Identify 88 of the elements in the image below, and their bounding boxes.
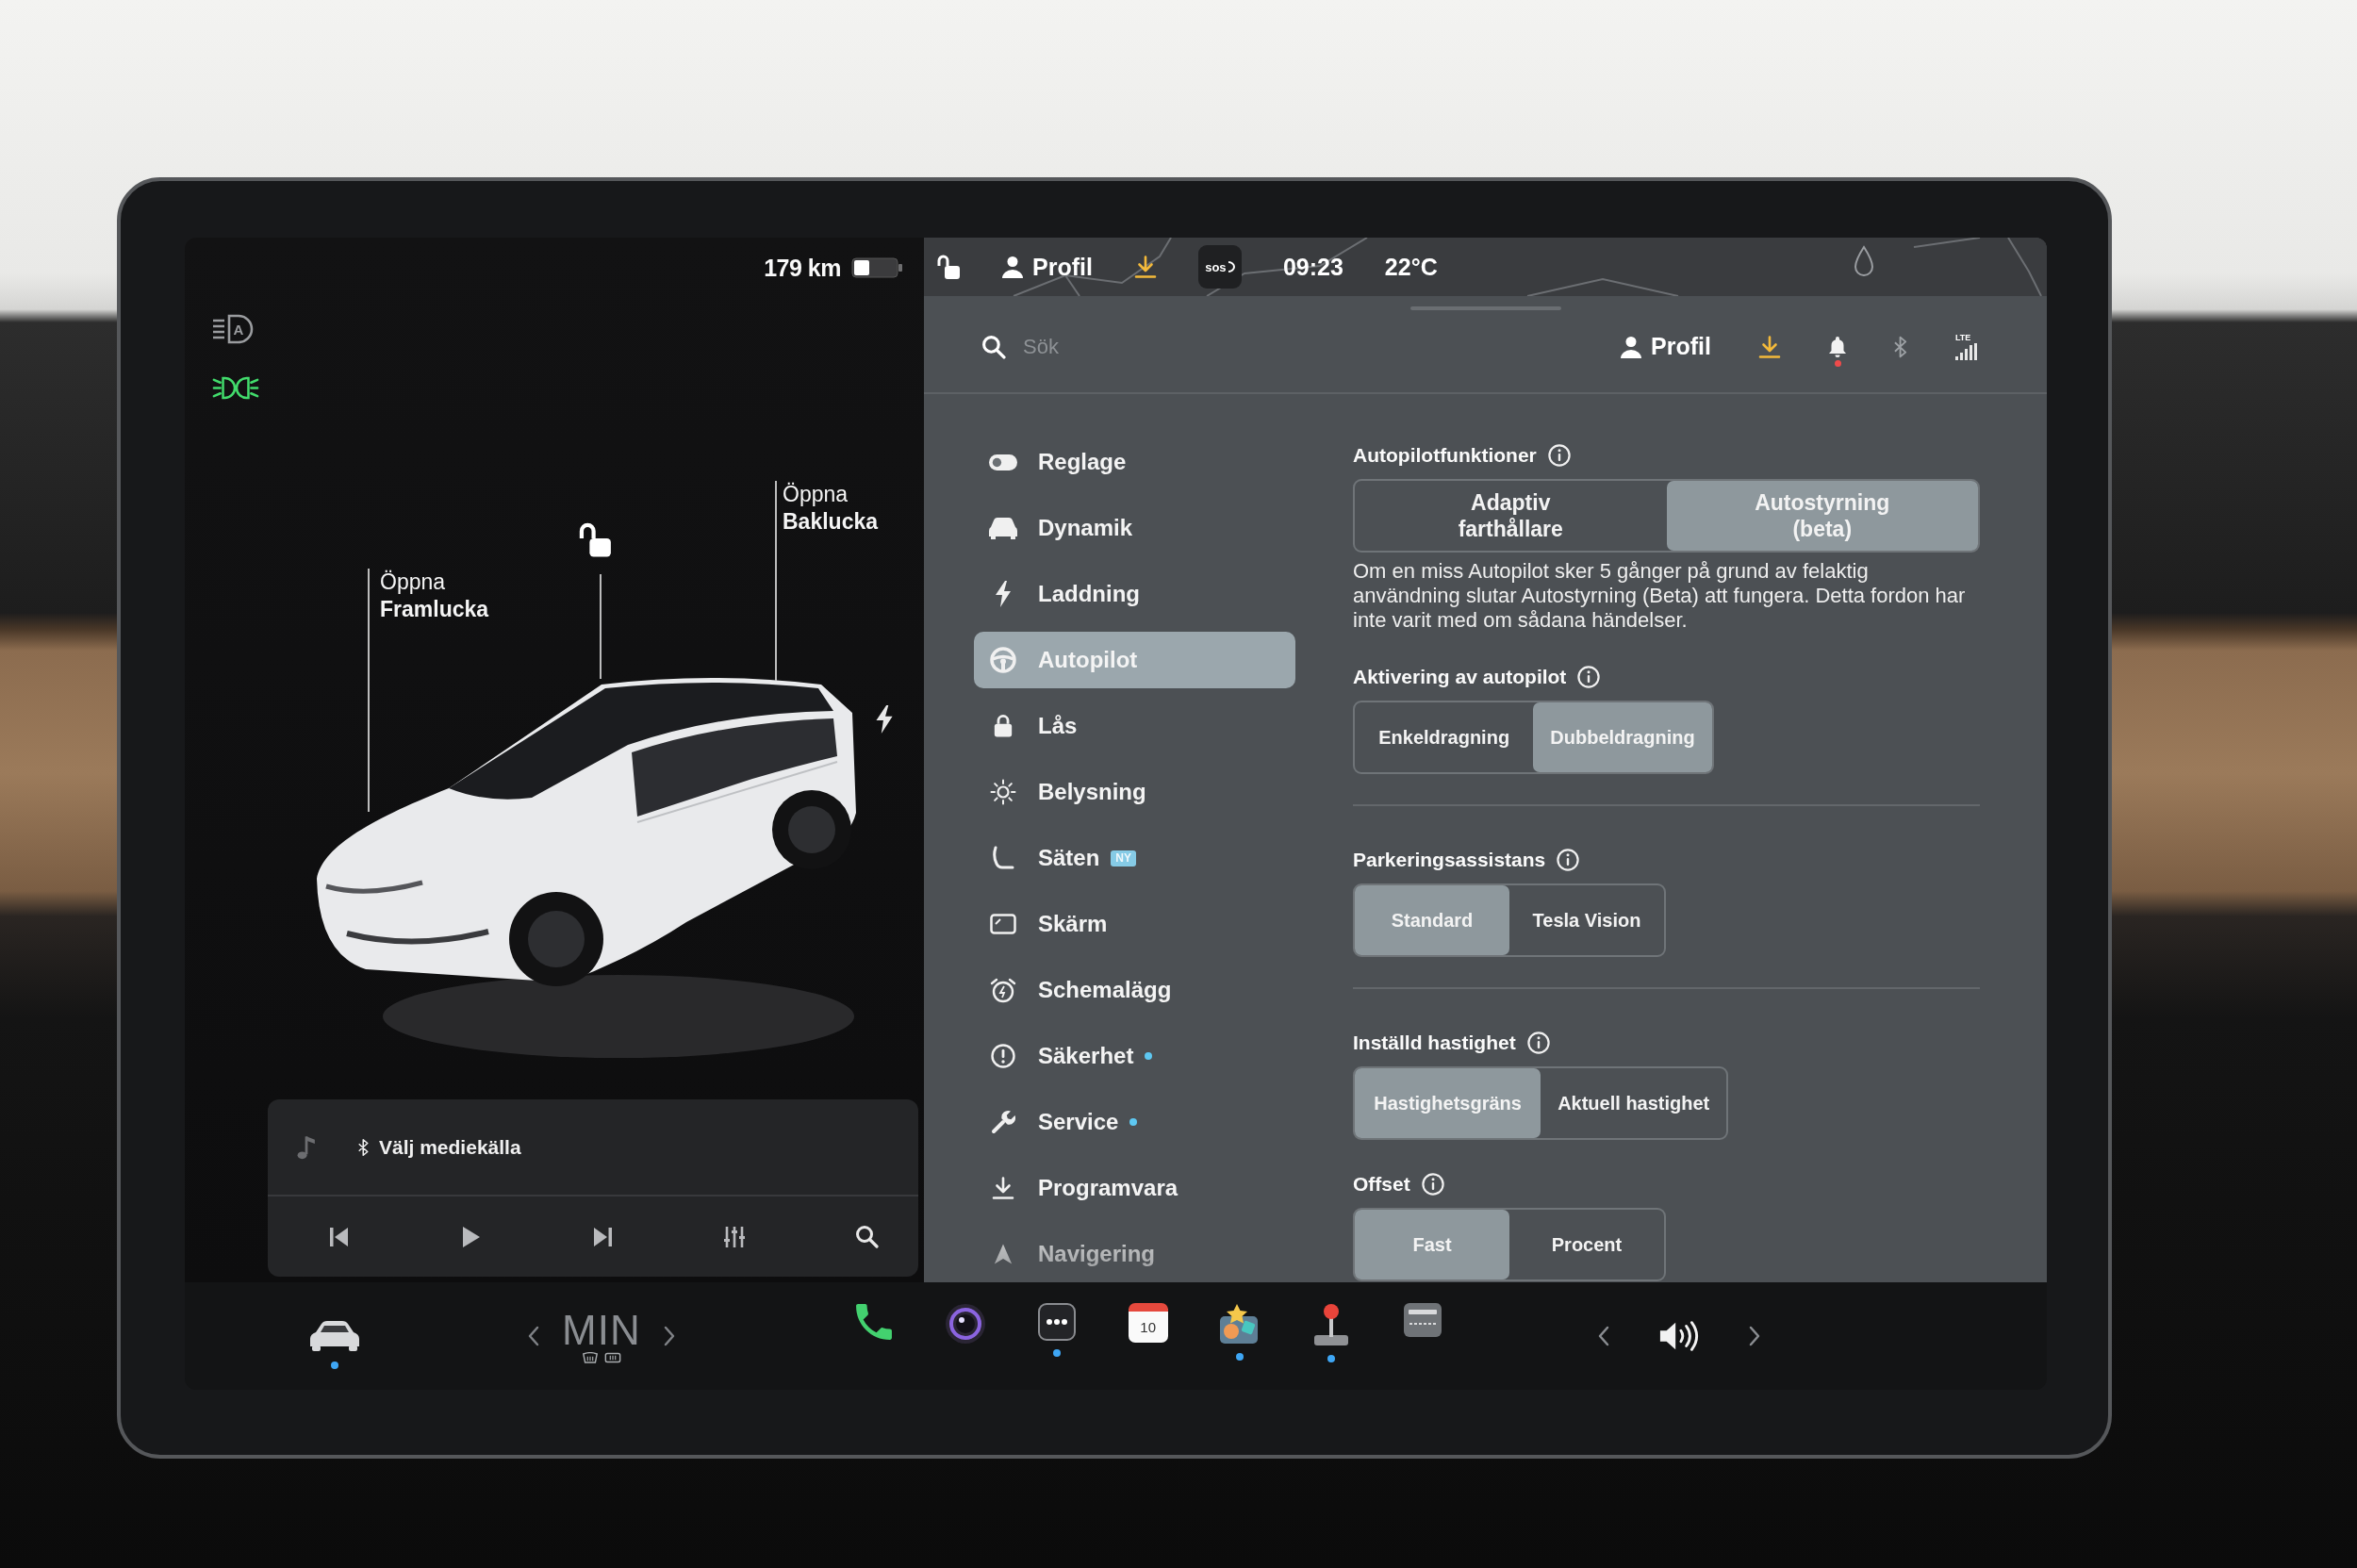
settings-menu-item[interactable]: Säten NY [974,830,1295,886]
light-icon [990,779,1016,805]
phone-icon[interactable] [854,1303,893,1341]
skip-back-icon[interactable] [329,1226,348,1247]
wrench-icon [991,1110,1015,1134]
volume-icon[interactable] [1657,1320,1700,1352]
calendar-button[interactable]: 10 [1128,1303,1168,1343]
info-icon[interactable] [1526,1032,1550,1054]
search-icon[interactable] [981,334,1006,359]
settings-menu-item[interactable]: Säkerhet [974,1028,1295,1084]
settings-menu-item[interactable]: Schemalägg [974,962,1295,1018]
padlock-icon[interactable] [579,522,611,558]
signal-bars-icon [1955,342,1977,360]
car-icon [989,517,1017,539]
display-icon [990,914,1016,934]
joystick-icon[interactable] [1311,1303,1350,1346]
setting-title: Inställd hastighet [1353,1032,1516,1054]
padlock-icon [993,714,1014,738]
person-icon [1620,335,1643,358]
skip-forward-icon[interactable] [593,1226,612,1247]
info-icon[interactable] [1577,666,1601,688]
segment-option[interactable]: Procent [1509,1210,1664,1279]
network-type-label: LTE [1955,333,1971,342]
music-note-icon [297,1134,316,1160]
callout-label[interactable]: Öppna Framlucka [380,569,489,623]
download-icon[interactable] [1133,256,1157,278]
sos-button[interactable]: sos [1197,245,1242,289]
car-icon[interactable] [307,1320,362,1352]
play-icon[interactable] [461,1226,480,1247]
segment-option[interactable]: Aktuell hastighet [1541,1068,1727,1138]
setting-description: Om en miss Autopilot sker 5 gånger på grund av felaktig användning slutar Autostyrning (Beta) att fungera. Detta fordon har inte varit med om sådana händelser. [1353,559,1967,633]
navigation-arrow-icon [993,1243,1014,1265]
chevron-right-icon[interactable] [1748,1326,1761,1346]
download-icon[interactable] [1758,335,1781,358]
lightning-bolt-icon[interactable] [875,705,894,734]
padlock-icon[interactable] [937,254,960,280]
settings-menu-item[interactable]: Dynamik [974,500,1295,556]
call-arc-icon [1227,261,1235,272]
segment-option[interactable]: Enkeldragning [1355,702,1534,772]
download-icon [992,1177,1014,1199]
bluetooth-icon [358,1138,370,1156]
media-source-button[interactable]: Välj mediekälla [358,1135,521,1159]
camera-lens-icon[interactable] [944,1303,986,1345]
chevron-left-icon[interactable] [1596,1326,1609,1346]
settings-menu-item[interactable]: Laddning [974,566,1295,622]
range-readout: 179 km [764,254,841,282]
status-readout: 22°C [1384,253,1438,281]
settings-menu-item[interactable]: Lås [974,698,1295,754]
segment-option[interactable]: Tesla Vision [1509,885,1664,955]
settings-menu-item[interactable]: Service [974,1094,1295,1150]
person-icon [1001,256,1024,278]
equalizer-icon[interactable] [724,1225,745,1248]
alarm-clock-icon [990,977,1016,1003]
status-readout: 09:23 [1282,253,1343,281]
new-badge: NY [1111,850,1137,867]
setting-title: Aktivering av autopilot [1353,666,1567,688]
profile-button[interactable]: Profil [1620,333,1711,360]
exclamation-icon [991,1044,1015,1068]
battery-icon [851,257,902,278]
climate-temperature[interactable]: MIN [562,1308,641,1352]
bell-icon[interactable] [1828,336,1847,357]
setting-title: Parkeringsassistans [1353,849,1546,871]
more-dots-icon[interactable] [1037,1303,1076,1341]
settings-menu-item[interactable]: Navigering [974,1226,1295,1282]
lightning-bolt-icon [996,581,1011,607]
chevron-left-icon[interactable] [527,1326,539,1346]
rear-defrost-icon [603,1351,621,1364]
card-icon[interactable] [1403,1303,1442,1337]
segment-option[interactable]: Adaptiv farthållare [1355,481,1667,551]
chevron-right-icon[interactable] [663,1326,676,1346]
toggle-icon [989,454,1017,470]
setting-title: Offset [1353,1173,1410,1196]
settings-menu-item[interactable]: Reglage [974,434,1295,490]
search-icon[interactable] [854,1225,879,1248]
settings-menu-item[interactable]: Belysning [974,764,1295,820]
callout-label[interactable]: Öppna Baklucka [783,481,878,536]
steering-wheel-icon [990,647,1016,673]
info-icon[interactable] [1547,444,1571,467]
front-defrost-icon [581,1351,599,1364]
seat-icon [992,846,1014,870]
info-icon[interactable] [1557,849,1580,871]
settings-menu-item[interactable]: Programvara [974,1160,1295,1216]
settings-menu-item[interactable]: Skärm [974,896,1295,952]
info-icon[interactable] [1421,1173,1444,1196]
profile-button[interactable]: Profil [1001,253,1093,281]
bluetooth-icon[interactable] [1894,335,1908,358]
search-field[interactable]: Sök [1023,327,1325,366]
setting-title: Autopilotfunktioner [1353,444,1537,467]
